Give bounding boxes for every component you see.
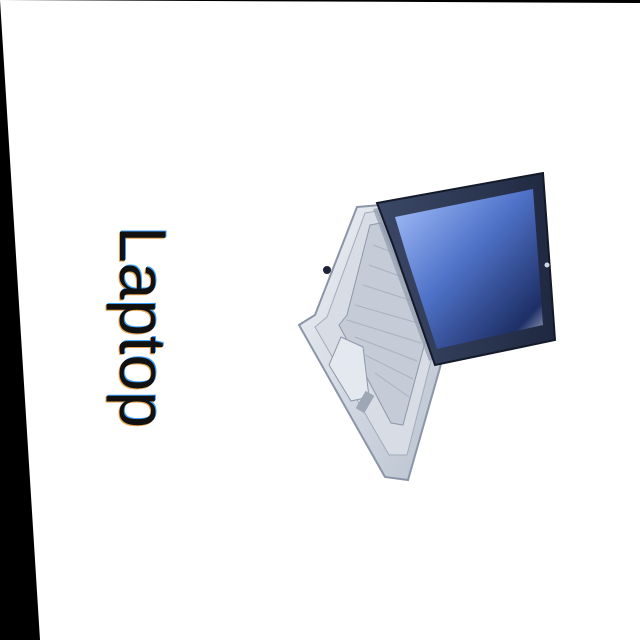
shortcut-label-text: Laptop (106, 226, 180, 428)
laptop-icon[interactable] (285, 165, 570, 495)
desktop-background: Laptop (0, 0, 640, 640)
